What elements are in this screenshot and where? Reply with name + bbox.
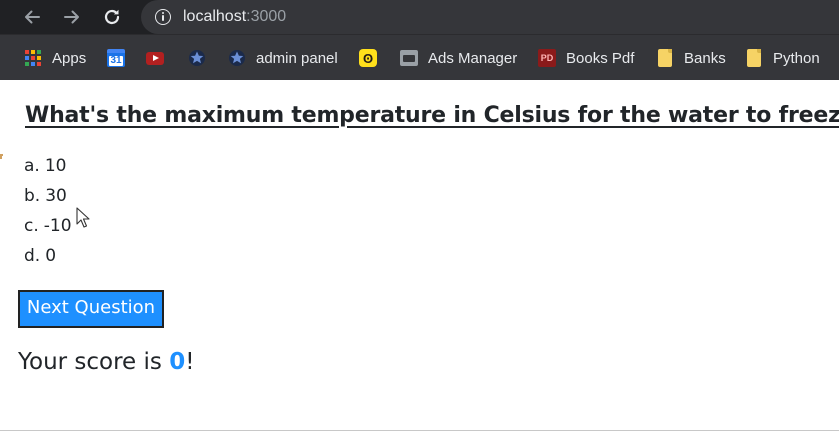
calendar-badge: 31 (109, 55, 123, 66)
bookmark-site[interactable] (188, 47, 206, 69)
bookmark-label: Banks (684, 49, 726, 67)
answer-option-b[interactable]: b. 30 (24, 184, 72, 214)
mouse-cursor-icon (76, 207, 90, 228)
option-letter: c. (24, 216, 39, 236)
url-port: :3000 (246, 8, 287, 25)
bookmark-python[interactable]: Python (745, 47, 820, 69)
ads-manager-icon (400, 49, 418, 67)
reload-icon[interactable] (100, 5, 124, 29)
score-value: 0 (169, 349, 186, 375)
stray-mark (0, 154, 3, 159)
option-letter: b. (24, 186, 41, 206)
answer-options: a. 10 b. 30 c. -10 d. 0 (24, 154, 72, 274)
back-arrow-icon[interactable] (20, 5, 44, 29)
address-bar[interactable]: localhost:3000 (141, 0, 839, 34)
score-text: Your score is 0! (18, 346, 194, 378)
question-heading: What's the maximum temperature in Celsiu… (25, 103, 839, 128)
option-text: 30 (45, 186, 67, 206)
bookmark-mailchimp[interactable]: ʘ (359, 47, 377, 69)
site-info-icon[interactable] (155, 9, 171, 25)
option-letter: d. (24, 246, 41, 266)
browser-toolbar: localhost:3000 (0, 0, 839, 34)
next-question-button[interactable]: Next Question (18, 290, 164, 328)
bookmark-apps[interactable]: Apps (24, 47, 86, 69)
bookmark-banks[interactable]: Banks (656, 47, 726, 69)
apps-grid-icon (24, 49, 42, 67)
bookmark-ads-manager[interactable]: Ads Manager (400, 47, 517, 69)
bookmark-google-calendar[interactable]: 31 (107, 47, 125, 69)
quiz-page: What's the maximum temperature in Celsiu… (0, 80, 839, 431)
starred-site-icon (188, 49, 206, 67)
url-host: localhost (183, 8, 247, 25)
bookmark-label: Apps (52, 49, 87, 67)
youtube-icon (146, 49, 164, 67)
answer-option-c[interactable]: c. -10 (24, 214, 72, 244)
folder-icon (656, 49, 674, 67)
option-letter: a. (24, 156, 40, 176)
option-text: -10 (43, 216, 72, 236)
option-text: 10 (44, 156, 67, 176)
pdf-icon: PD (538, 49, 556, 67)
url-text[interactable]: localhost:3000 (183, 8, 286, 26)
score-prefix: Your score is (18, 349, 170, 375)
bookmarks-bar: Apps 31 admin panel ʘ Ads Manager PD Boo… (0, 34, 839, 80)
bookmark-admin-panel[interactable]: admin panel (228, 47, 338, 69)
bookmark-label: Ads Manager (428, 49, 518, 67)
bookmark-label: admin panel (256, 49, 338, 67)
folder-icon (745, 49, 763, 67)
forward-arrow-icon[interactable] (60, 5, 84, 29)
mailchimp-icon: ʘ (359, 49, 377, 67)
google-calendar-icon: 31 (107, 49, 125, 67)
bookmark-label: Python (773, 49, 820, 67)
bookmark-books-pdf[interactable]: PD Books Pdf (538, 47, 634, 69)
answer-option-a[interactable]: a. 10 (24, 154, 72, 184)
bookmark-youtube[interactable] (146, 47, 164, 69)
bookmark-label: Books Pdf (566, 49, 635, 67)
score-suffix: ! (185, 349, 195, 375)
option-text: 0 (45, 246, 57, 266)
starred-site-icon (228, 49, 246, 67)
answer-option-d[interactable]: d. 0 (24, 244, 72, 274)
